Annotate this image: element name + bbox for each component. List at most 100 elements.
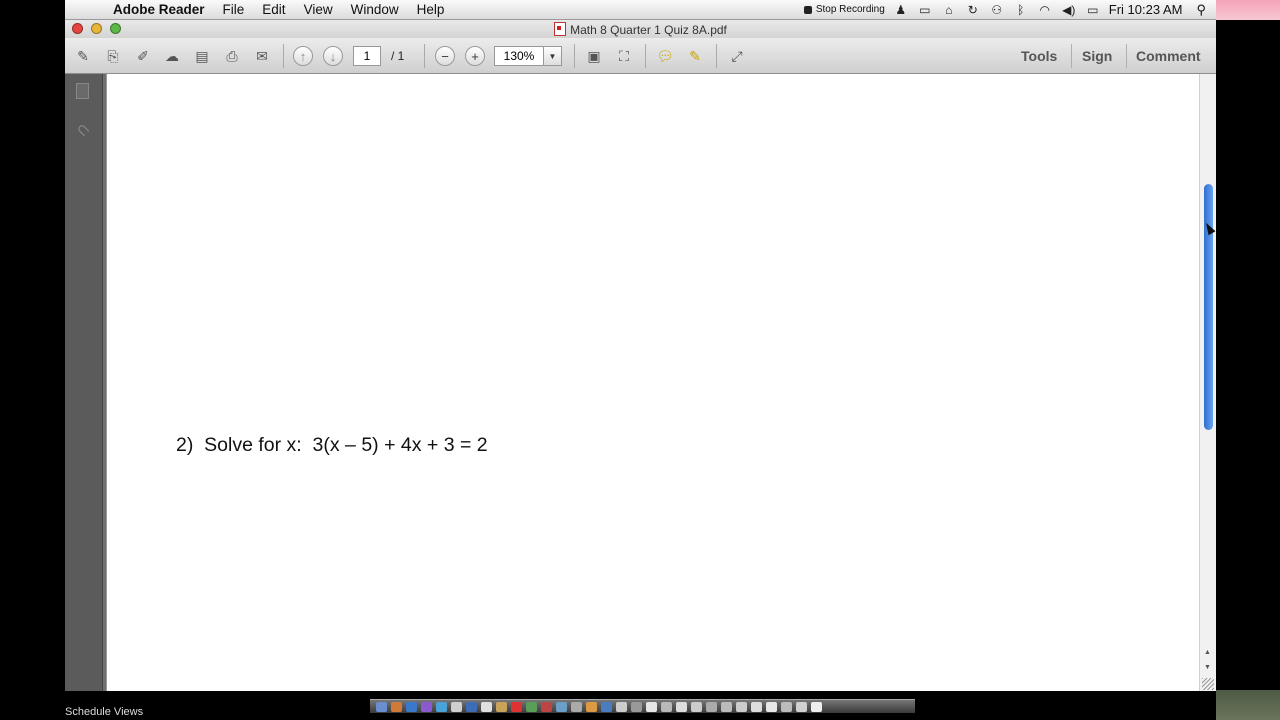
dock-app-icon[interactable] [811, 701, 822, 712]
page-thumbnails-icon[interactable] [73, 82, 93, 102]
dock-app-icon[interactable] [661, 701, 672, 712]
dock-app-icon[interactable] [751, 701, 762, 712]
battery-icon[interactable]: ▭ [1085, 3, 1101, 17]
menu-view[interactable]: View [304, 2, 333, 17]
dock-app-icon[interactable] [421, 701, 432, 712]
toolbar-divider [716, 44, 717, 68]
page-total-label: / 1 [391, 49, 405, 63]
comment-bubble-icon[interactable]: 💬︎ [654, 45, 676, 67]
read-mode-icon[interactable]: ⤢ [726, 45, 748, 67]
sign-pane-button[interactable]: Sign [1082, 48, 1112, 64]
dock-app-icon[interactable] [436, 701, 447, 712]
attachments-paperclip-icon[interactable]: ⊂ [69, 116, 97, 144]
menu-clock[interactable]: Fri 10:23 AM [1109, 2, 1183, 17]
dock-app-icon[interactable] [631, 701, 642, 712]
fit-width-icon[interactable]: ⛶ [613, 45, 635, 67]
print-icon[interactable]: ⎙ [221, 45, 243, 67]
toolbar-divider [645, 44, 646, 68]
dock-app-icon[interactable] [556, 701, 567, 712]
dock-app-icon[interactable] [706, 701, 717, 712]
edit-pdf-icon[interactable]: ✐ [132, 45, 154, 67]
menu-help[interactable]: Help [417, 2, 445, 17]
dock-app-icon[interactable] [796, 701, 807, 712]
toolbar-divider [1126, 44, 1127, 68]
scroll-down-arrow-icon[interactable]: ▼ [1204, 664, 1211, 671]
wifi-icon[interactable]: ◠ [1037, 3, 1053, 17]
window-resize-grip[interactable] [1202, 678, 1214, 690]
dock-app-icon[interactable] [646, 701, 657, 712]
dock-app-icon[interactable] [511, 701, 522, 712]
binoculars-icon[interactable]: ⚇ [989, 3, 1005, 17]
window-title: Math 8 Quarter 1 Quiz 8A.pdf [65, 22, 1216, 37]
zoom-in-button[interactable]: + [464, 45, 486, 67]
navigation-panel: ⊂ [65, 74, 103, 691]
toolbar-divider [424, 44, 425, 68]
dock-app-icon[interactable] [466, 701, 477, 712]
toolbar-divider [574, 44, 575, 68]
extras-icon[interactable]: ♟ [893, 3, 909, 17]
previous-page-button[interactable]: ↑ [292, 45, 314, 67]
menu-file[interactable]: File [223, 2, 245, 17]
zoom-dropdown-button[interactable]: ▼ [544, 46, 562, 66]
bluetooth-icon[interactable]: ᛒ [1013, 3, 1029, 17]
dock-app-icon[interactable] [601, 701, 612, 712]
dock-app-icon[interactable] [376, 701, 387, 712]
stop-recording-label: Stop Recording [815, 4, 885, 15]
scroll-up-arrow-icon[interactable]: ▲ [1204, 649, 1211, 656]
app-name-menu[interactable]: Adobe Reader [113, 2, 205, 17]
comment-pane-button[interactable]: Comment [1136, 48, 1201, 64]
email-icon[interactable]: ✉ [251, 45, 273, 67]
menu-edit[interactable]: Edit [262, 2, 285, 17]
dock-app-icon[interactable] [586, 701, 597, 712]
dock: Schedule Views [65, 691, 1216, 720]
dock-app-icon[interactable] [541, 701, 552, 712]
vertical-scrollbar[interactable]: ▲ ▼ [1199, 74, 1216, 691]
sync-icon[interactable]: ↻ [965, 3, 981, 17]
dock-app-icon[interactable] [766, 701, 777, 712]
document-page[interactable]: 2) Solve for x: 3(x – 5) + 4x + 3 = 2 [106, 74, 1199, 691]
dock-shelf [370, 699, 915, 713]
toolbar-divider [1071, 44, 1072, 68]
dock-app-icon[interactable] [691, 701, 702, 712]
upload-cloud-icon[interactable]: ☁ [161, 45, 183, 67]
dock-app-icon[interactable] [481, 701, 492, 712]
highlight-pen-icon[interactable]: ✎ [684, 45, 706, 67]
page-number-input[interactable] [353, 46, 381, 66]
desktop-background [1216, 0, 1280, 720]
save-icon[interactable]: ▤ [191, 45, 213, 67]
minus-icon: − [435, 46, 455, 66]
dock-app-icon[interactable] [616, 701, 627, 712]
zoom-out-button[interactable]: − [434, 45, 456, 67]
dock-app-icon[interactable] [736, 701, 747, 712]
fit-page-icon[interactable]: ▣ [583, 45, 605, 67]
folder-icon[interactable]: ▭ [917, 3, 933, 17]
volume-icon[interactable]: ◀) [1061, 3, 1077, 17]
spotlight-search-icon[interactable]: ⚲ [1196, 2, 1206, 18]
dock-app-icon[interactable] [496, 701, 507, 712]
stop-icon [803, 5, 812, 14]
dock-app-icon[interactable] [526, 701, 537, 712]
pdf-file-icon [554, 22, 567, 36]
page-sheet-shape [76, 83, 89, 99]
create-pdf-icon[interactable]: ✎ [72, 45, 94, 67]
dock-app-icon[interactable] [571, 701, 582, 712]
quiz-question: 2) Solve for x: 3(x – 5) + 4x + 3 = 2 [176, 434, 488, 456]
chevron-down-icon: ▼ [548, 51, 557, 61]
status-menus: Stop Recording ♟ ▭ ⌂ ↻ ⚇ ᛒ ◠ ◀) ▭ Fri 10… [803, 0, 1216, 19]
dock-app-icon[interactable] [676, 701, 687, 712]
dock-app-icon[interactable] [406, 701, 417, 712]
dock-app-icon[interactable] [451, 701, 462, 712]
menu-window[interactable]: Window [351, 2, 399, 17]
dock-app-icon[interactable] [781, 701, 792, 712]
dock-app-icon[interactable] [391, 701, 402, 712]
dock-app-icon[interactable] [721, 701, 732, 712]
next-page-button[interactable]: ↓ [322, 45, 344, 67]
home-icon[interactable]: ⌂ [941, 3, 957, 17]
tools-pane-button[interactable]: Tools [1021, 48, 1057, 64]
export-pdf-icon[interactable]: ⎘ [102, 45, 124, 67]
plus-icon: + [465, 46, 485, 66]
stop-recording-button[interactable]: Stop Recording [803, 4, 885, 15]
schedule-views-label: Schedule Views [65, 706, 144, 718]
zoom-level-input[interactable] [494, 46, 544, 66]
main-toolbar: ✎ ⎘ ✐ ☁ ▤ ⎙ ✉ ↑ ↓ / 1 − + ▼ ▣ ⛶ 💬︎ ✎ ⤢ T… [65, 38, 1216, 74]
